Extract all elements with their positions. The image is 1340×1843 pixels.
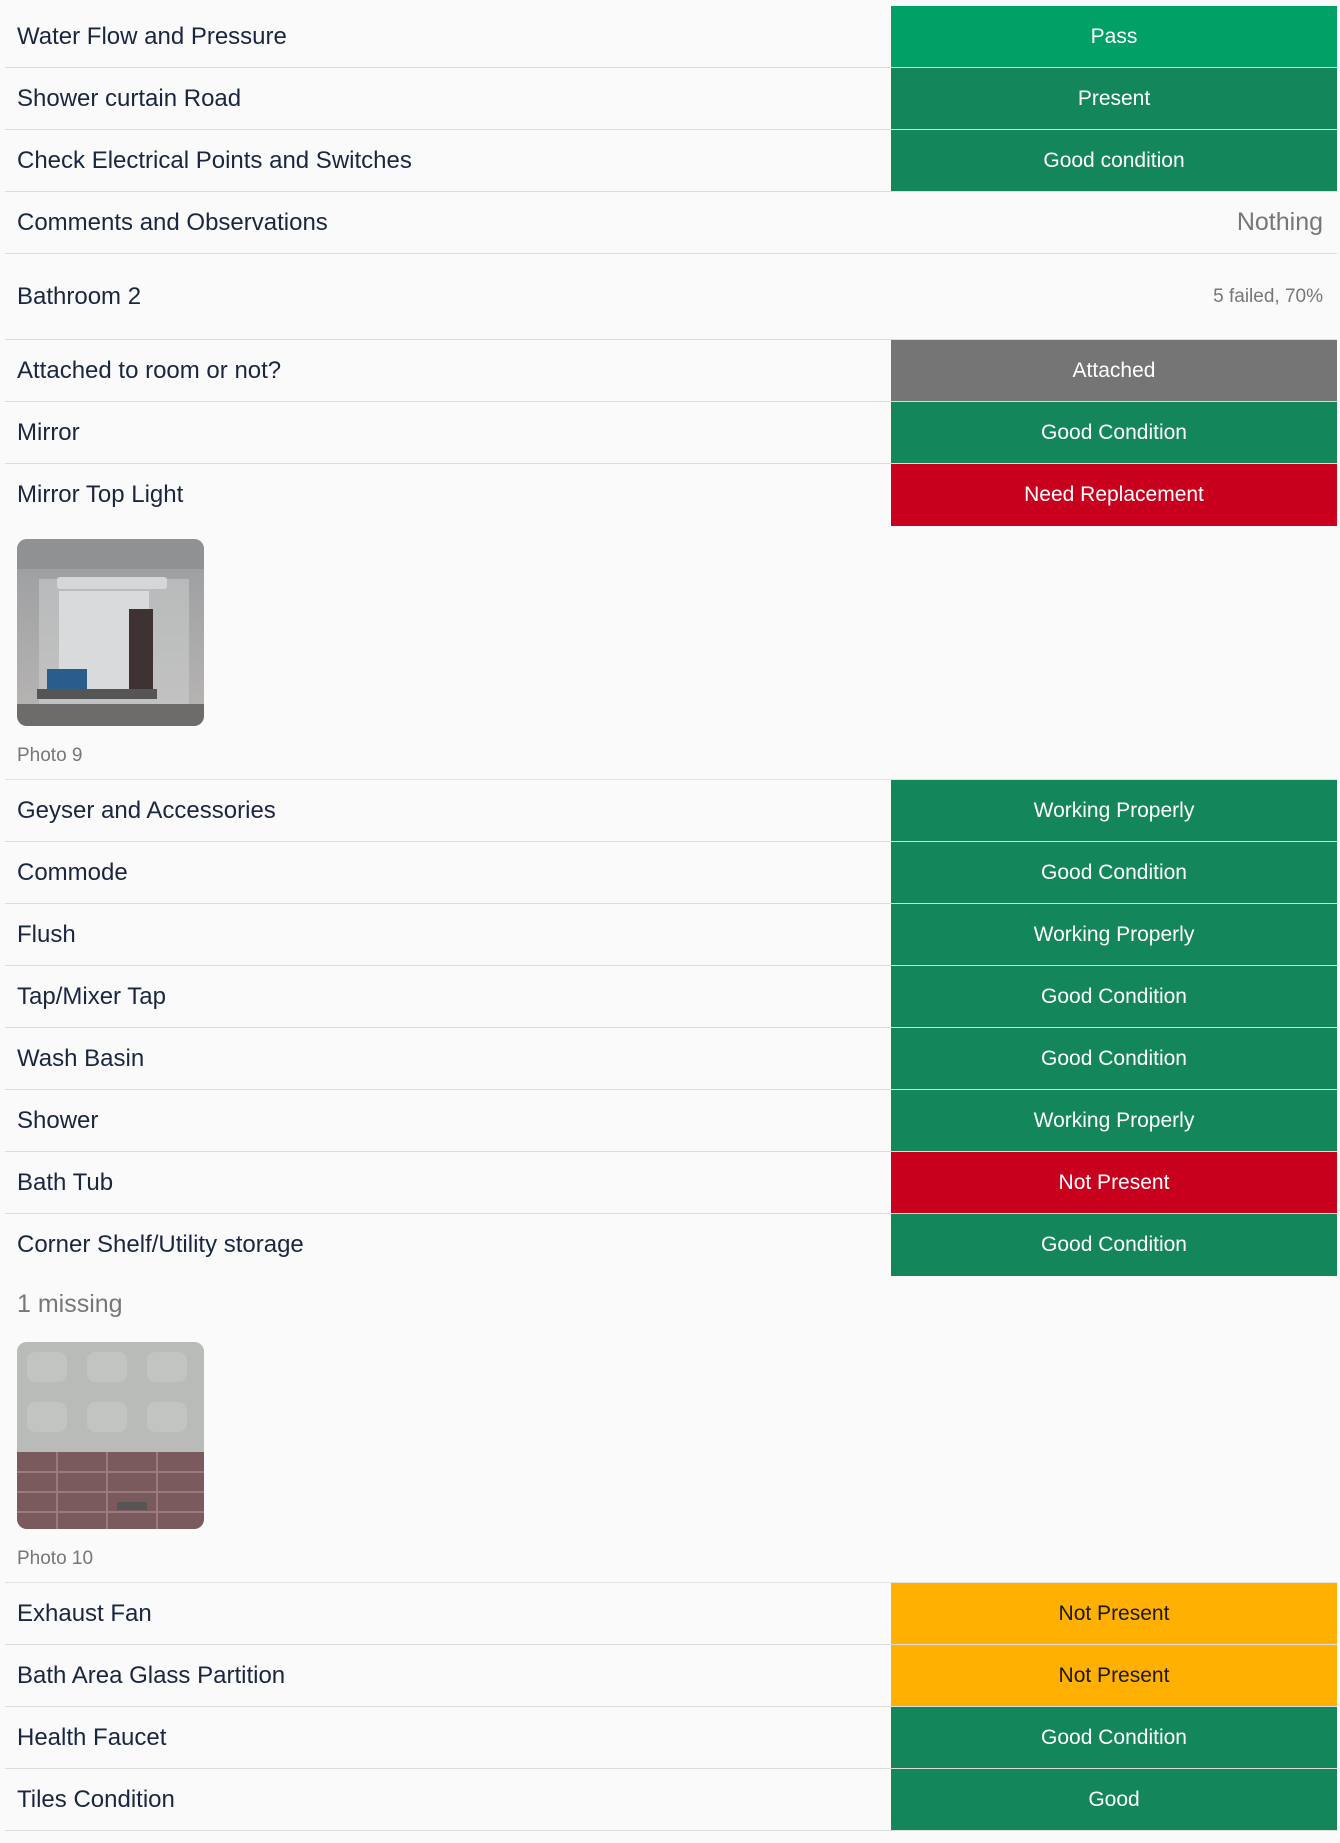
item-label: Tiles Condition [17,1785,175,1813]
status-badge[interactable]: Working Properly [891,904,1337,965]
item-label: Attached to room or not? [17,356,282,384]
status-badge[interactable]: Working Properly [891,780,1337,841]
status-badge[interactable]: Good [891,1769,1337,1830]
item-label: Wash Basin [17,1044,145,1072]
status-badge[interactable]: Present [891,68,1337,129]
item-label: Check Electrical Points and Switches [17,146,412,174]
status-badge[interactable]: Not Present [891,1583,1337,1644]
rows-b: Geyser and Accessories Working Properly … [5,780,1337,1276]
section-title: Bathroom 2 [17,282,142,310]
item-label: Geyser and Accessories [17,796,276,824]
item-label: Shower [17,1106,99,1134]
item-label: Shower curtain Road [17,84,242,112]
inspection-row[interactable]: Commode Good Condition [5,842,1337,904]
item-label: Flush [17,920,76,948]
rows-a: Attached to room or not? Attached Mirror… [5,340,1337,526]
photo-caption: Photo 9 [17,745,83,766]
comments-row[interactable]: Comments and Observations Nothing [5,192,1337,254]
inspection-row[interactable]: Water Flow and Pressure Pass [5,6,1337,68]
item-label: Bath Tub [17,1168,114,1196]
top-rows: Water Flow and Pressure Pass Shower curt… [5,6,1337,254]
status-badge[interactable]: Good Condition [891,1707,1337,1768]
status-badge[interactable]: Not Present [891,1645,1337,1706]
inspection-row[interactable]: Geyser and Accessories Working Properly [5,780,1337,842]
inspection-row[interactable]: Exhaust Fan Not Present [5,1583,1337,1645]
inspection-row[interactable]: Mirror Good Condition [5,402,1337,464]
inspection-row[interactable]: Tiles Condition Good [5,1769,1337,1831]
status-badge[interactable]: Pass [891,6,1337,67]
photo-block-10: Photo 10 [5,1330,1337,1583]
status-badge[interactable]: Good Condition [891,966,1337,1027]
inspection-row[interactable]: Mirror Top Light Need Replacement [5,464,1337,526]
item-label: Bath Area Glass Partition [17,1661,286,1689]
status-badge[interactable]: Good Condition [891,1028,1337,1089]
item-label: Comments and Observations [17,208,328,236]
item-label: Corner Shelf/Utility storage [17,1231,304,1258]
status-badge[interactable]: Not Present [891,1152,1337,1213]
inspection-row[interactable]: Shower curtain Road Present [5,68,1337,130]
status-badge[interactable]: Good Condition [891,842,1337,903]
status-badge[interactable]: Good condition [891,130,1337,191]
status-badge[interactable]: Good Condition [891,1214,1337,1276]
status-badge[interactable]: Need Replacement [891,464,1337,526]
inspection-row[interactable]: Attached to room or not? Attached [5,340,1337,402]
photo-block-9: Photo 9 [5,526,1337,780]
inspection-row[interactable]: Health Faucet Good Condition [5,1707,1337,1769]
status-badge[interactable]: Working Properly [891,1090,1337,1151]
item-label: Health Faucet [17,1723,167,1751]
section-summary: 5 failed, 70% [1213,285,1323,307]
status-badge[interactable]: Attached [891,340,1337,401]
inspection-row[interactable]: Check Electrical Points and Switches Goo… [5,130,1337,192]
status-badge[interactable]: Good Condition [891,402,1337,463]
inspection-page: Water Flow and Pressure Pass Shower curt… [0,0,1340,1843]
item-label: Mirror [17,418,80,446]
inspection-row[interactable]: Shower Working Properly [5,1090,1337,1152]
inspection-list: Water Flow and Pressure Pass Shower curt… [5,6,1337,1831]
missing-note: 1 missing [17,1290,123,1318]
comment-value: Nothing [1236,208,1323,236]
inspection-row[interactable]: Wash Basin Good Condition [5,1028,1337,1090]
mirror-photo-icon[interactable] [17,539,204,726]
photo-caption: Photo 10 [17,1548,94,1569]
section-header[interactable]: Bathroom 2 5 failed, 70% [5,254,1337,340]
inspection-row[interactable]: Tap/Mixer Tap Good Condition [5,966,1337,1028]
inspection-row[interactable]: Corner Shelf/Utility storage Good Condit… [5,1214,1337,1276]
item-label: Water Flow and Pressure [17,22,287,50]
item-label: Commode [17,858,128,886]
inspection-row[interactable]: Bath Area Glass Partition Not Present [5,1645,1337,1707]
inspection-row[interactable]: Flush Working Properly [5,904,1337,966]
inspection-row[interactable]: Bath Tub Not Present [5,1152,1337,1214]
item-label: Tap/Mixer Tap [17,982,166,1010]
tiles-photo-icon[interactable] [17,1342,204,1529]
rows-c: Exhaust Fan Not Present Bath Area Glass … [5,1583,1337,1831]
item-label: Mirror Top Light [17,481,184,508]
item-label: Exhaust Fan [17,1599,152,1627]
